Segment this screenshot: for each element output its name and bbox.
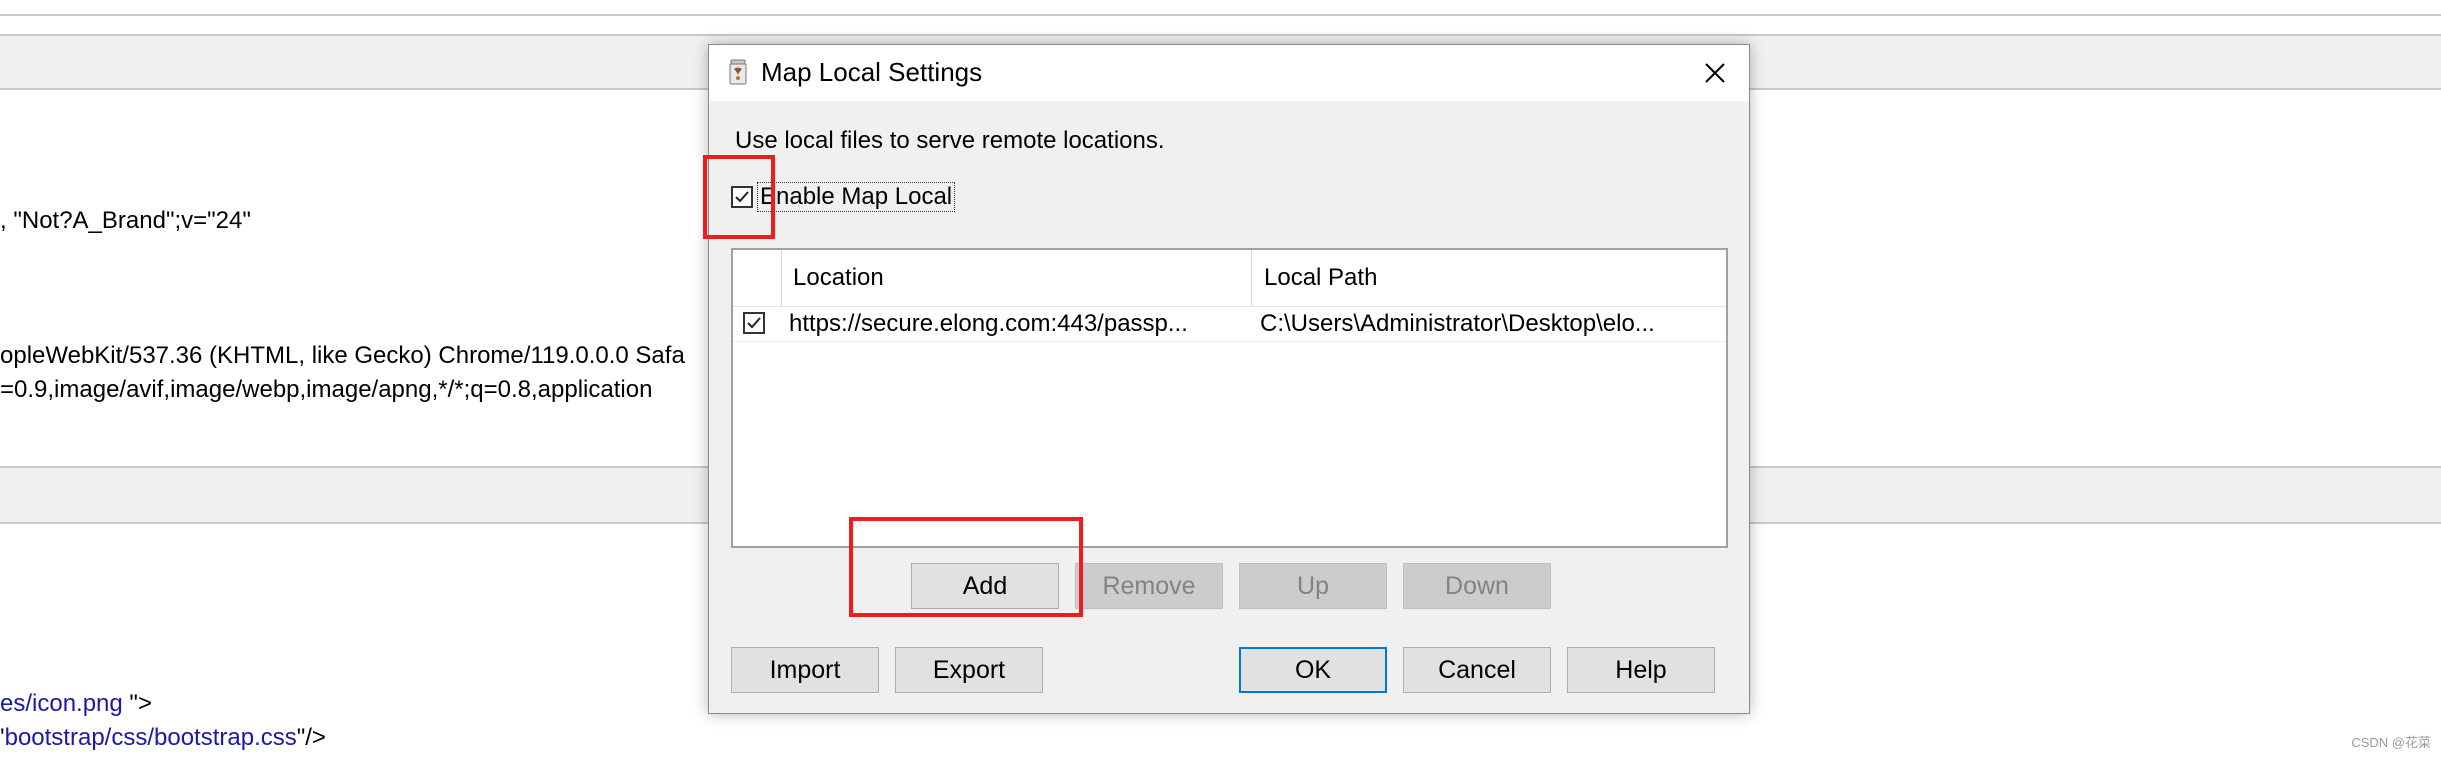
dialog-titlebar[interactable]: Map Local Settings xyxy=(709,45,1749,101)
bg-code-link-icon-text: es/icon.png xyxy=(0,690,130,717)
bg-code-link-icon-suffix: "> xyxy=(129,690,152,717)
remove-button[interactable]: Remove xyxy=(1075,563,1223,609)
down-button[interactable]: Down xyxy=(1403,563,1551,609)
bg-header-line-accept: =0.9,image/avif,image/webp,image/apng,*/… xyxy=(0,376,653,403)
checkmark-icon xyxy=(747,317,761,329)
bg-code-link-icon: es/icon.png "> xyxy=(0,690,152,718)
enable-map-local-option[interactable]: Enable Map Local xyxy=(731,181,956,213)
bg-header-line-user-agent: opleWebKit/537.36 (KHTML, like Gecko) Ch… xyxy=(0,342,685,369)
checkmark-icon xyxy=(735,191,749,203)
ok-button[interactable]: OK xyxy=(1239,647,1387,693)
add-button[interactable]: Add xyxy=(911,563,1059,609)
dialog-title: Map Local Settings xyxy=(761,57,983,87)
table-row[interactable]: https://secure.elong.com:443/passp... C:… xyxy=(733,307,1726,342)
row-enabled-checkbox[interactable] xyxy=(743,312,765,334)
charles-jar-icon xyxy=(729,59,747,85)
import-button[interactable]: Import xyxy=(731,647,879,693)
bg-top-rule xyxy=(0,14,2441,16)
map-local-settings-dialog: Map Local Settings Use local files to se… xyxy=(703,44,1750,714)
mappings-table[interactable]: Location Local Path https://secure.elong… xyxy=(731,248,1728,548)
column-header-location[interactable]: Location xyxy=(781,250,1251,306)
dialog-description: Use local files to serve remote location… xyxy=(735,127,1165,154)
up-button[interactable]: Up xyxy=(1239,563,1387,609)
cancel-button[interactable]: Cancel xyxy=(1403,647,1551,693)
help-button[interactable]: Help xyxy=(1567,647,1715,693)
close-icon xyxy=(1705,63,1725,83)
export-button[interactable]: Export xyxy=(895,647,1043,693)
table-header: Location Local Path xyxy=(733,250,1726,307)
row-local-path: C:\Users\Administrator\Desktop\elo... xyxy=(1260,310,1655,337)
enable-map-local-label[interactable]: Enable Map Local xyxy=(757,182,956,212)
close-button[interactable] xyxy=(1697,55,1733,91)
bg-code-link-bootstrap-suffix: "/> xyxy=(296,724,326,751)
bg-code-link-bootstrap: 'bootstrap/css/bootstrap.css"/> xyxy=(0,724,326,752)
watermark: CSDN @花菜 xyxy=(2351,735,2431,750)
bg-header-line-brand: , "Not?A_Brand";v="24" xyxy=(0,207,251,234)
bg-code-link-bootstrap-text: bootstrap/css/bootstrap.css xyxy=(4,724,297,751)
row-location: https://secure.elong.com:443/passp... xyxy=(789,310,1188,337)
column-header-local-path[interactable]: Local Path xyxy=(1252,250,1722,306)
enable-map-local-checkbox[interactable] xyxy=(731,186,753,208)
